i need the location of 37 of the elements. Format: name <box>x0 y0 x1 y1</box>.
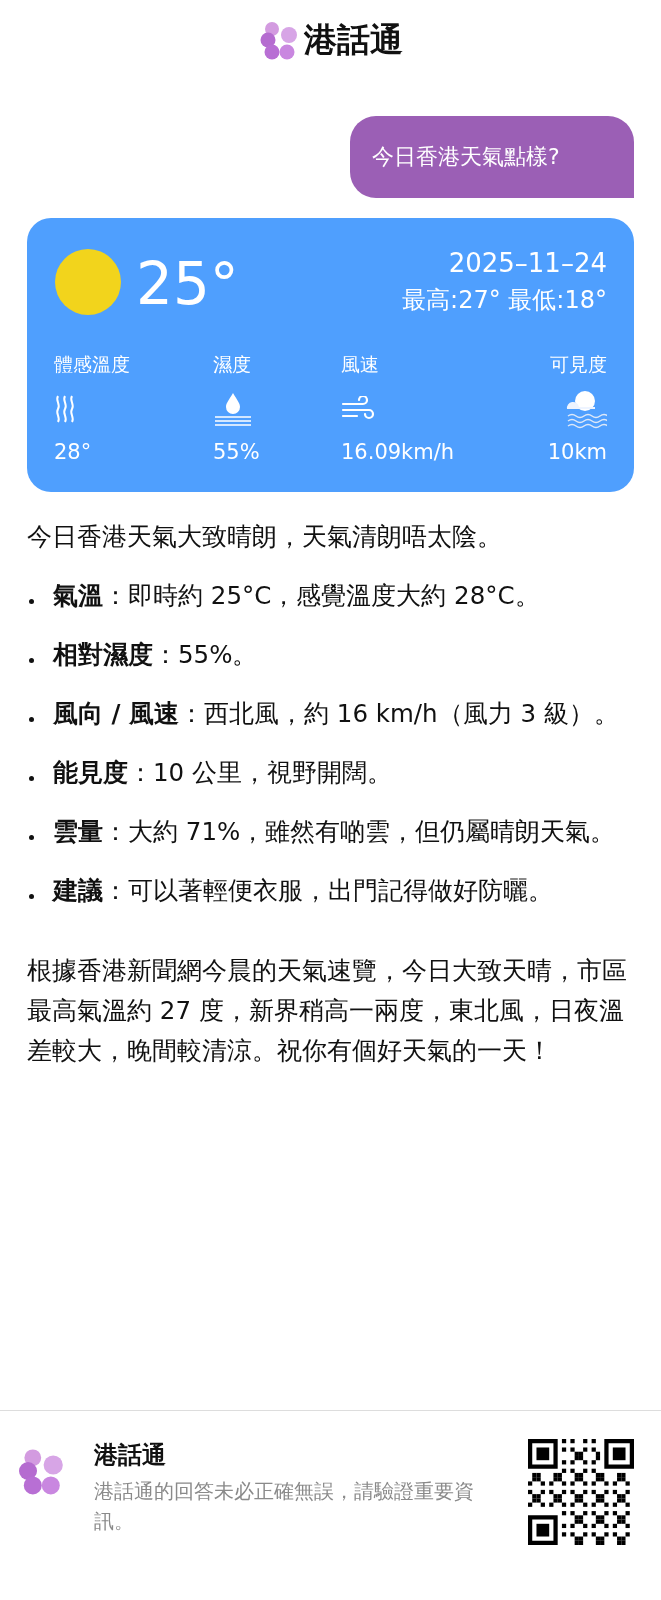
stat-value: 10km <box>547 440 607 464</box>
stat-label: 可見度 <box>550 352 607 377</box>
stat-value: 55% <box>213 440 260 464</box>
stat-label: 濕度 <box>213 352 251 377</box>
bullet-text: 建議：可以著輕便衣服，出門記得做好防曬。 <box>53 875 553 907</box>
heat-waves-icon <box>54 394 76 424</box>
stat-value: 16.09km/h <box>341 440 455 464</box>
bullet-text: 相對濕度：55%。 <box>53 639 258 671</box>
bullet-icon <box>29 776 34 781</box>
bullet-text: 風向 / 風速：西北風，約 16 km/h（風力 3 級）。 <box>53 698 619 730</box>
bullet-text: 雲量：大約 71%，雖然有啲雲，但仍屬晴朗天氣。 <box>53 816 616 848</box>
stat-label: 風速 <box>341 352 379 377</box>
stat-value: 28° <box>54 440 92 464</box>
app-title: 港話通 <box>304 18 403 61</box>
footer-app-name: 港話通 <box>94 1440 167 1471</box>
bullet-icon <box>29 835 34 840</box>
bullet-text: 氣溫：即時約 25°C，感覺溫度大約 28°C。 <box>53 580 540 612</box>
flower-logo-icon <box>16 1447 64 1495</box>
current-temperature: 25° <box>136 254 239 314</box>
stat-label: 體感溫度 <box>54 352 130 377</box>
user-message: 今日香港天氣點樣? <box>350 116 634 198</box>
wind-icon <box>341 396 375 422</box>
qr-code-icon <box>528 1439 634 1545</box>
bullet-text: 能見度：10 公里，視野開闊。 <box>53 757 392 789</box>
reply-paragraph: 根據香港新聞網今晨的天氣速覽，今日大致天晴，市區最高氣溫約 27 度，新界稍高一兩度，東北風，日夜溫差較大，晚間較清涼。祝你有個好天氣的一天！ <box>27 955 627 1067</box>
disclaimer-text: 港話通的回答未必正確無誤，請驗證重要資訊。 <box>94 1479 475 1535</box>
bullet-icon <box>29 599 34 604</box>
sun-icon <box>54 248 122 316</box>
bullet-icon <box>29 717 34 722</box>
bullet-icon <box>29 894 34 899</box>
weather-date: 2025–11–24 <box>448 248 607 278</box>
flower-logo-icon <box>258 20 298 60</box>
sun-fog-icon <box>565 389 607 429</box>
high-low-temperature: 最高:27° 最低:18° <box>402 285 607 316</box>
reply-paragraph: 今日香港天氣大致晴朗，天氣清朗唔太陰。 <box>27 521 503 553</box>
water-drop-icon <box>213 392 253 426</box>
bullet-icon <box>29 658 34 663</box>
